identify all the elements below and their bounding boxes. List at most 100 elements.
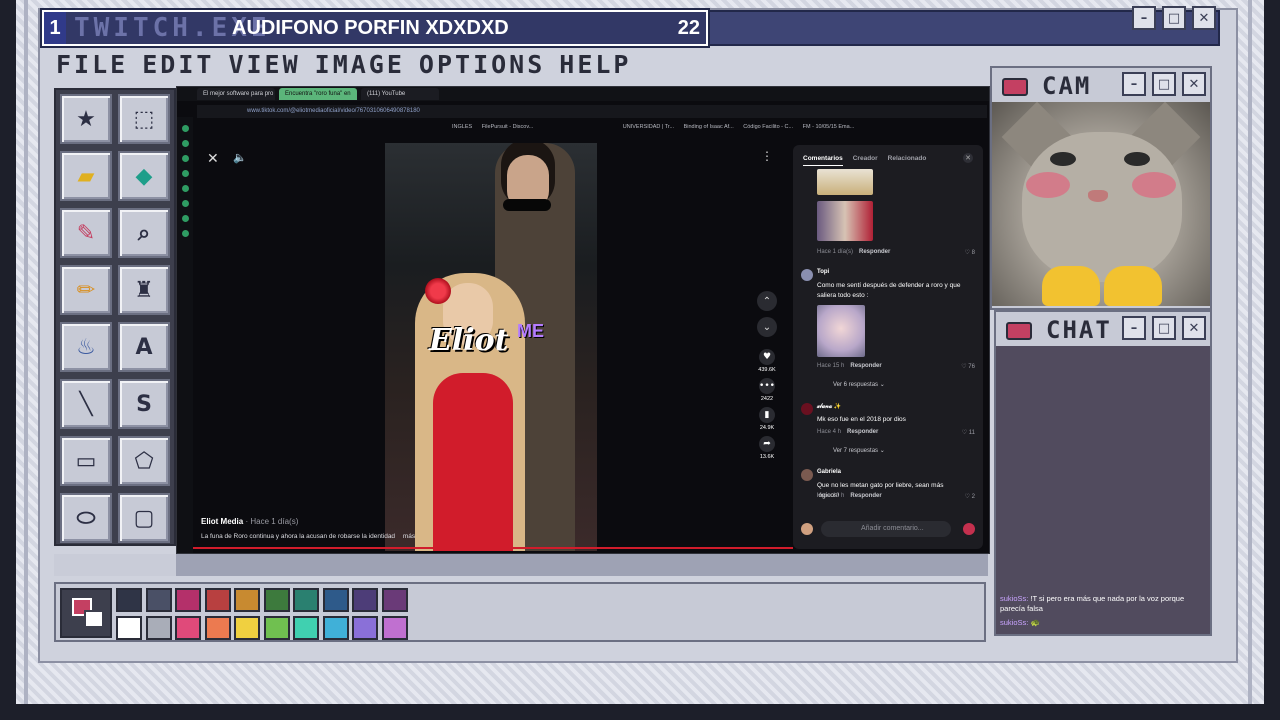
maximize-icon[interactable]: □ [1152, 316, 1176, 340]
minimize-icon[interactable]: – [1122, 72, 1146, 96]
color-swatch[interactable] [145, 616, 172, 640]
video-progress-bar[interactable] [193, 547, 793, 549]
menu-image[interactable]: IMAGE [315, 50, 405, 82]
browser-tab[interactable]: (111) YouTube [361, 88, 439, 100]
color-swatch[interactable] [263, 616, 290, 640]
reply-link[interactable]: Responder [850, 363, 881, 369]
comment-user[interactable]: 𝓍𝓁𝓊𝓃𝒶 ✨ [817, 403, 841, 411]
text-tool-icon[interactable]: A [118, 322, 170, 372]
star-tool-icon[interactable]: ★ [60, 94, 112, 144]
select-tool-icon[interactable]: ⬚ [118, 94, 170, 144]
reply-link[interactable]: Responder [850, 493, 881, 499]
color-swatch[interactable] [381, 616, 408, 640]
color-swatch[interactable] [145, 588, 172, 612]
tab-relacionado[interactable]: Relacionado [888, 155, 927, 166]
menu-file[interactable]: FILE [56, 50, 128, 82]
send-icon[interactable] [963, 523, 975, 535]
comment-action[interactable]: ••• 2422 [755, 378, 779, 402]
bookmark-item[interactable]: UNIVERSIDAD | Tr... [623, 121, 674, 133]
sidebar-app-icon[interactable] [181, 200, 189, 207]
browser-tab-active[interactable]: Encuentra "roro funa" en [279, 88, 357, 100]
address-bar[interactable]: www.tiktok.com/@eliotmediaoficial/video/… [197, 105, 987, 118]
color-swatch[interactable] [322, 588, 349, 612]
reply-link[interactable]: Responder [847, 429, 878, 435]
volume-icon[interactable]: 🔈 [233, 151, 247, 164]
color-swatch[interactable] [204, 588, 231, 612]
view-replies-button[interactable]: Ver 6 respuestas ⌄ [833, 381, 885, 388]
color-swatch[interactable] [116, 588, 142, 612]
curve-tool-icon[interactable]: S [118, 379, 170, 429]
color-swatch[interactable] [352, 588, 378, 612]
color-swatch[interactable] [175, 616, 201, 640]
bookmark-item[interactable]: INGLES [452, 121, 472, 133]
minimize-icon[interactable]: – [1122, 316, 1146, 340]
comment-input[interactable]: Añadir comentario... [821, 521, 951, 537]
video-player[interactable]: Eliot ME [385, 143, 597, 551]
color-swatch[interactable] [322, 616, 349, 640]
rectangle-tool-icon[interactable]: ▭ [60, 436, 112, 486]
menu-help[interactable]: HELP [559, 50, 631, 82]
reply-link[interactable]: Responder [859, 249, 890, 255]
eyedropper-tool-icon[interactable]: ✎ [60, 208, 112, 258]
comment-user[interactable]: Topi [817, 269, 829, 275]
share-action[interactable]: ➦ 13.6K [755, 436, 779, 460]
close-video-icon[interactable]: ✕ [207, 151, 221, 167]
sidebar-app-icon[interactable] [181, 140, 189, 147]
comment-likes[interactable]: ♡ 11 [962, 429, 975, 436]
video-author[interactable]: Eliot Media · Hace 1 día(s) [201, 517, 298, 526]
color-swatch[interactable] [293, 588, 319, 612]
bookmark-item[interactable]: Código Facilito - C... [743, 121, 793, 133]
previous-video-icon[interactable]: ⌃ [757, 291, 777, 311]
avatar[interactable] [801, 269, 813, 281]
close-icon[interactable]: ✕ [1182, 316, 1206, 340]
magnifier-tool-icon[interactable]: ⌕ [118, 208, 170, 258]
bookmark-item[interactable]: Binding of Isaac Af... [684, 121, 734, 133]
fill-tool-icon[interactable]: ◆ [118, 151, 170, 201]
close-panel-icon[interactable]: ✕ [963, 153, 973, 163]
line-tool-icon[interactable]: ╲ [60, 379, 112, 429]
maximize-icon[interactable]: □ [1152, 72, 1176, 96]
rounded-rect-tool-icon[interactable]: ▢ [118, 493, 170, 543]
menu-edit[interactable]: EDIT [142, 50, 214, 82]
chat-user[interactable]: sukioSs: [1000, 594, 1028, 603]
color-swatch[interactable] [204, 616, 231, 640]
menu-view[interactable]: VIEW [228, 50, 300, 82]
sidebar-app-icon[interactable] [181, 170, 189, 177]
color-swatch[interactable] [234, 616, 260, 640]
ellipse-tool-icon[interactable]: ⬭ [60, 493, 112, 543]
color-swatch[interactable] [263, 588, 290, 612]
avatar[interactable] [801, 469, 813, 481]
color-swatch[interactable] [116, 616, 142, 640]
bookmark-item[interactable]: FilePursuit - Discov... [482, 121, 534, 133]
comment-likes[interactable]: ♡ 76 [961, 363, 975, 370]
bookmark-item[interactable]: FM - 10/05/15 Ema... [803, 121, 855, 133]
sidebar-app-icon[interactable] [181, 155, 189, 162]
sidebar-app-icon[interactable] [181, 230, 189, 237]
bookmark-action[interactable]: ▮ 24.9K [755, 407, 779, 431]
sidebar-app-icon[interactable] [181, 185, 189, 192]
browser-tab[interactable]: El mejor software para pro [197, 88, 275, 100]
close-icon[interactable]: ✕ [1182, 72, 1206, 96]
comment-user[interactable]: Gabriela [817, 469, 841, 475]
close-icon[interactable]: ✕ [1192, 6, 1216, 30]
view-replies-button[interactable]: Ver 7 respuestas ⌄ [833, 447, 885, 454]
comment-likes[interactable]: ♡ 2 [965, 493, 975, 500]
comment-likes[interactable]: ♡ 8 [965, 249, 975, 256]
more-options-icon[interactable]: ⋮ [761, 149, 773, 163]
tab-comentarios[interactable]: Comentarios [803, 155, 843, 166]
sidebar-app-icon[interactable] [181, 125, 189, 132]
color-swatch[interactable] [381, 588, 408, 612]
horizontal-scrollbar[interactable] [176, 554, 988, 576]
color-swatch[interactable] [293, 616, 319, 640]
secondary-color-swatch[interactable] [84, 610, 104, 628]
chat-user[interactable]: sukioSs: [1000, 618, 1028, 627]
more-link[interactable]: más [403, 533, 415, 540]
pencil-tool-icon[interactable]: ✏ [60, 265, 112, 315]
next-video-icon[interactable]: ⌄ [757, 317, 777, 337]
brush-tool-icon[interactable]: ♜ [118, 265, 170, 315]
color-swatch[interactable] [175, 588, 201, 612]
avatar[interactable] [801, 403, 813, 415]
minimize-icon[interactable]: – [1132, 6, 1156, 30]
sidebar-app-icon[interactable] [181, 215, 189, 222]
polygon-tool-icon[interactable]: ⬠ [118, 436, 170, 486]
